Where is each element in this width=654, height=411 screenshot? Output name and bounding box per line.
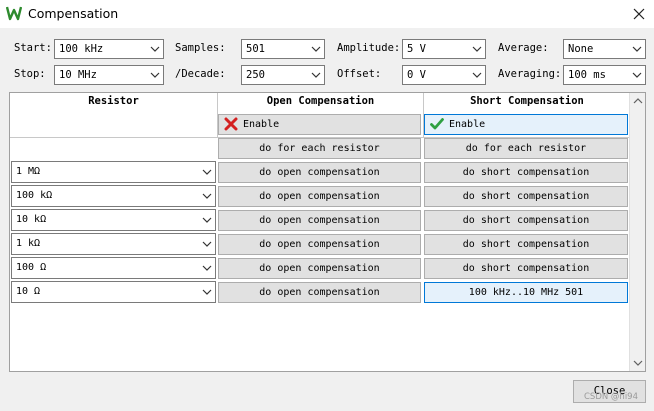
resistor-value: 1 MΩ — [16, 166, 41, 177]
resistor-header: Resistor — [88, 95, 139, 107]
samples-value: 501 — [246, 43, 265, 55]
watermark: CSDN @hi94 — [584, 392, 639, 402]
close-window-icon[interactable] — [630, 5, 648, 23]
green-check-icon — [430, 118, 444, 130]
chevron-down-icon — [202, 241, 212, 247]
stop-value: 10 MHz — [59, 69, 97, 81]
averaging-value: 100 ms — [568, 69, 606, 81]
chevron-down-icon — [202, 265, 212, 271]
chevron-down-icon — [311, 46, 321, 52]
resistor-select[interactable]: 10 kΩ — [11, 209, 216, 231]
resistor-select[interactable]: 1 MΩ — [11, 161, 216, 183]
resistor-value: 100 kΩ — [16, 190, 53, 201]
chevron-down-icon — [311, 72, 321, 78]
short-compensation-button[interactable]: do short compensation — [424, 234, 628, 255]
chevron-down-icon — [202, 193, 212, 199]
title-bar: Compensation — [0, 0, 654, 28]
chevron-down-icon — [472, 46, 482, 52]
chevron-down-icon — [202, 289, 212, 295]
short-compensation-button[interactable]: do short compensation — [424, 162, 628, 183]
short-compensation-button[interactable]: do short compensation — [424, 210, 628, 231]
open-compensation-button[interactable]: do open compensation — [218, 162, 421, 183]
resistor-value: 100 Ω — [16, 262, 47, 273]
waveforms-logo-icon — [6, 6, 22, 21]
resistor-value: 1 kΩ — [16, 238, 41, 249]
resistor-select[interactable]: 1 kΩ — [11, 233, 216, 255]
decade-select[interactable]: 250 — [241, 65, 325, 85]
averaging-select[interactable]: 100 ms — [563, 65, 646, 85]
chevron-down-icon — [472, 72, 482, 78]
short-enable-label: Enable — [449, 119, 486, 130]
offset-value: 0 V — [407, 69, 426, 81]
short-for-each-button[interactable]: do for each resistor — [424, 138, 628, 159]
chevron-down-icon — [632, 46, 642, 52]
samples-select[interactable]: 501 — [241, 39, 325, 59]
short-compensation-button[interactable]: 100 kHz..10 MHz 501 — [424, 282, 628, 303]
open-compensation-header: Open Compensation — [266, 95, 375, 107]
chevron-down-icon — [202, 217, 212, 223]
decade-value: 250 — [246, 69, 265, 81]
average-label: Average: — [498, 42, 549, 54]
offset-select[interactable]: 0 V — [402, 65, 486, 85]
resistor-select[interactable]: 100 Ω — [11, 257, 216, 279]
scroll-up-icon[interactable] — [633, 96, 643, 106]
average-value: None — [568, 43, 594, 55]
start-select[interactable]: 100 kHz — [54, 39, 164, 59]
resistor-value: 10 Ω — [16, 286, 41, 297]
average-select[interactable]: None — [563, 39, 646, 59]
window-title: Compensation — [28, 6, 119, 21]
stop-label: Stop: — [14, 68, 46, 80]
stop-select[interactable]: 10 MHz — [54, 65, 164, 85]
amplitude-value: 5 V — [407, 43, 426, 55]
short-enable-button[interactable]: Enable — [424, 114, 628, 135]
chevron-down-icon — [632, 72, 642, 78]
scroll-down-icon[interactable] — [633, 358, 643, 368]
offset-label: Offset: — [337, 68, 382, 80]
decade-label: /Decade: — [175, 68, 226, 80]
chevron-down-icon — [202, 169, 212, 175]
open-compensation-button[interactable]: do open compensation — [218, 186, 421, 207]
resistor-value: 10 kΩ — [16, 214, 47, 225]
samples-label: Samples: — [175, 42, 226, 54]
amplitude-select[interactable]: 5 V — [402, 39, 486, 59]
start-label: Start: — [14, 42, 52, 54]
open-compensation-button[interactable]: do open compensation — [218, 258, 421, 279]
amplitude-label: Amplitude: — [337, 42, 401, 54]
short-compensation-button[interactable]: do short compensation — [424, 186, 628, 207]
open-compensation-button[interactable]: do open compensation — [218, 210, 421, 231]
open-compensation-button[interactable]: do open compensation — [218, 282, 421, 303]
resistor-select[interactable]: 10 Ω — [11, 281, 216, 303]
open-for-each-button[interactable]: do for each resistor — [218, 138, 421, 159]
resistor-select[interactable]: 100 kΩ — [11, 185, 216, 207]
chevron-down-icon — [150, 46, 160, 52]
open-enable-label: Enable — [243, 119, 280, 130]
start-value: 100 kHz — [59, 43, 104, 55]
vertical-scrollbar[interactable] — [629, 93, 645, 371]
open-compensation-button[interactable]: do open compensation — [218, 234, 421, 255]
short-compensation-button[interactable]: do short compensation — [424, 258, 628, 279]
averaging-label: Averaging: — [498, 68, 562, 80]
compensation-table: Resistor Open Compensation Short Compens… — [9, 92, 646, 372]
open-enable-button[interactable]: Enable — [218, 114, 421, 135]
short-compensation-header: Short Compensation — [470, 95, 584, 107]
red-x-icon — [224, 117, 238, 131]
chevron-down-icon — [150, 72, 160, 78]
